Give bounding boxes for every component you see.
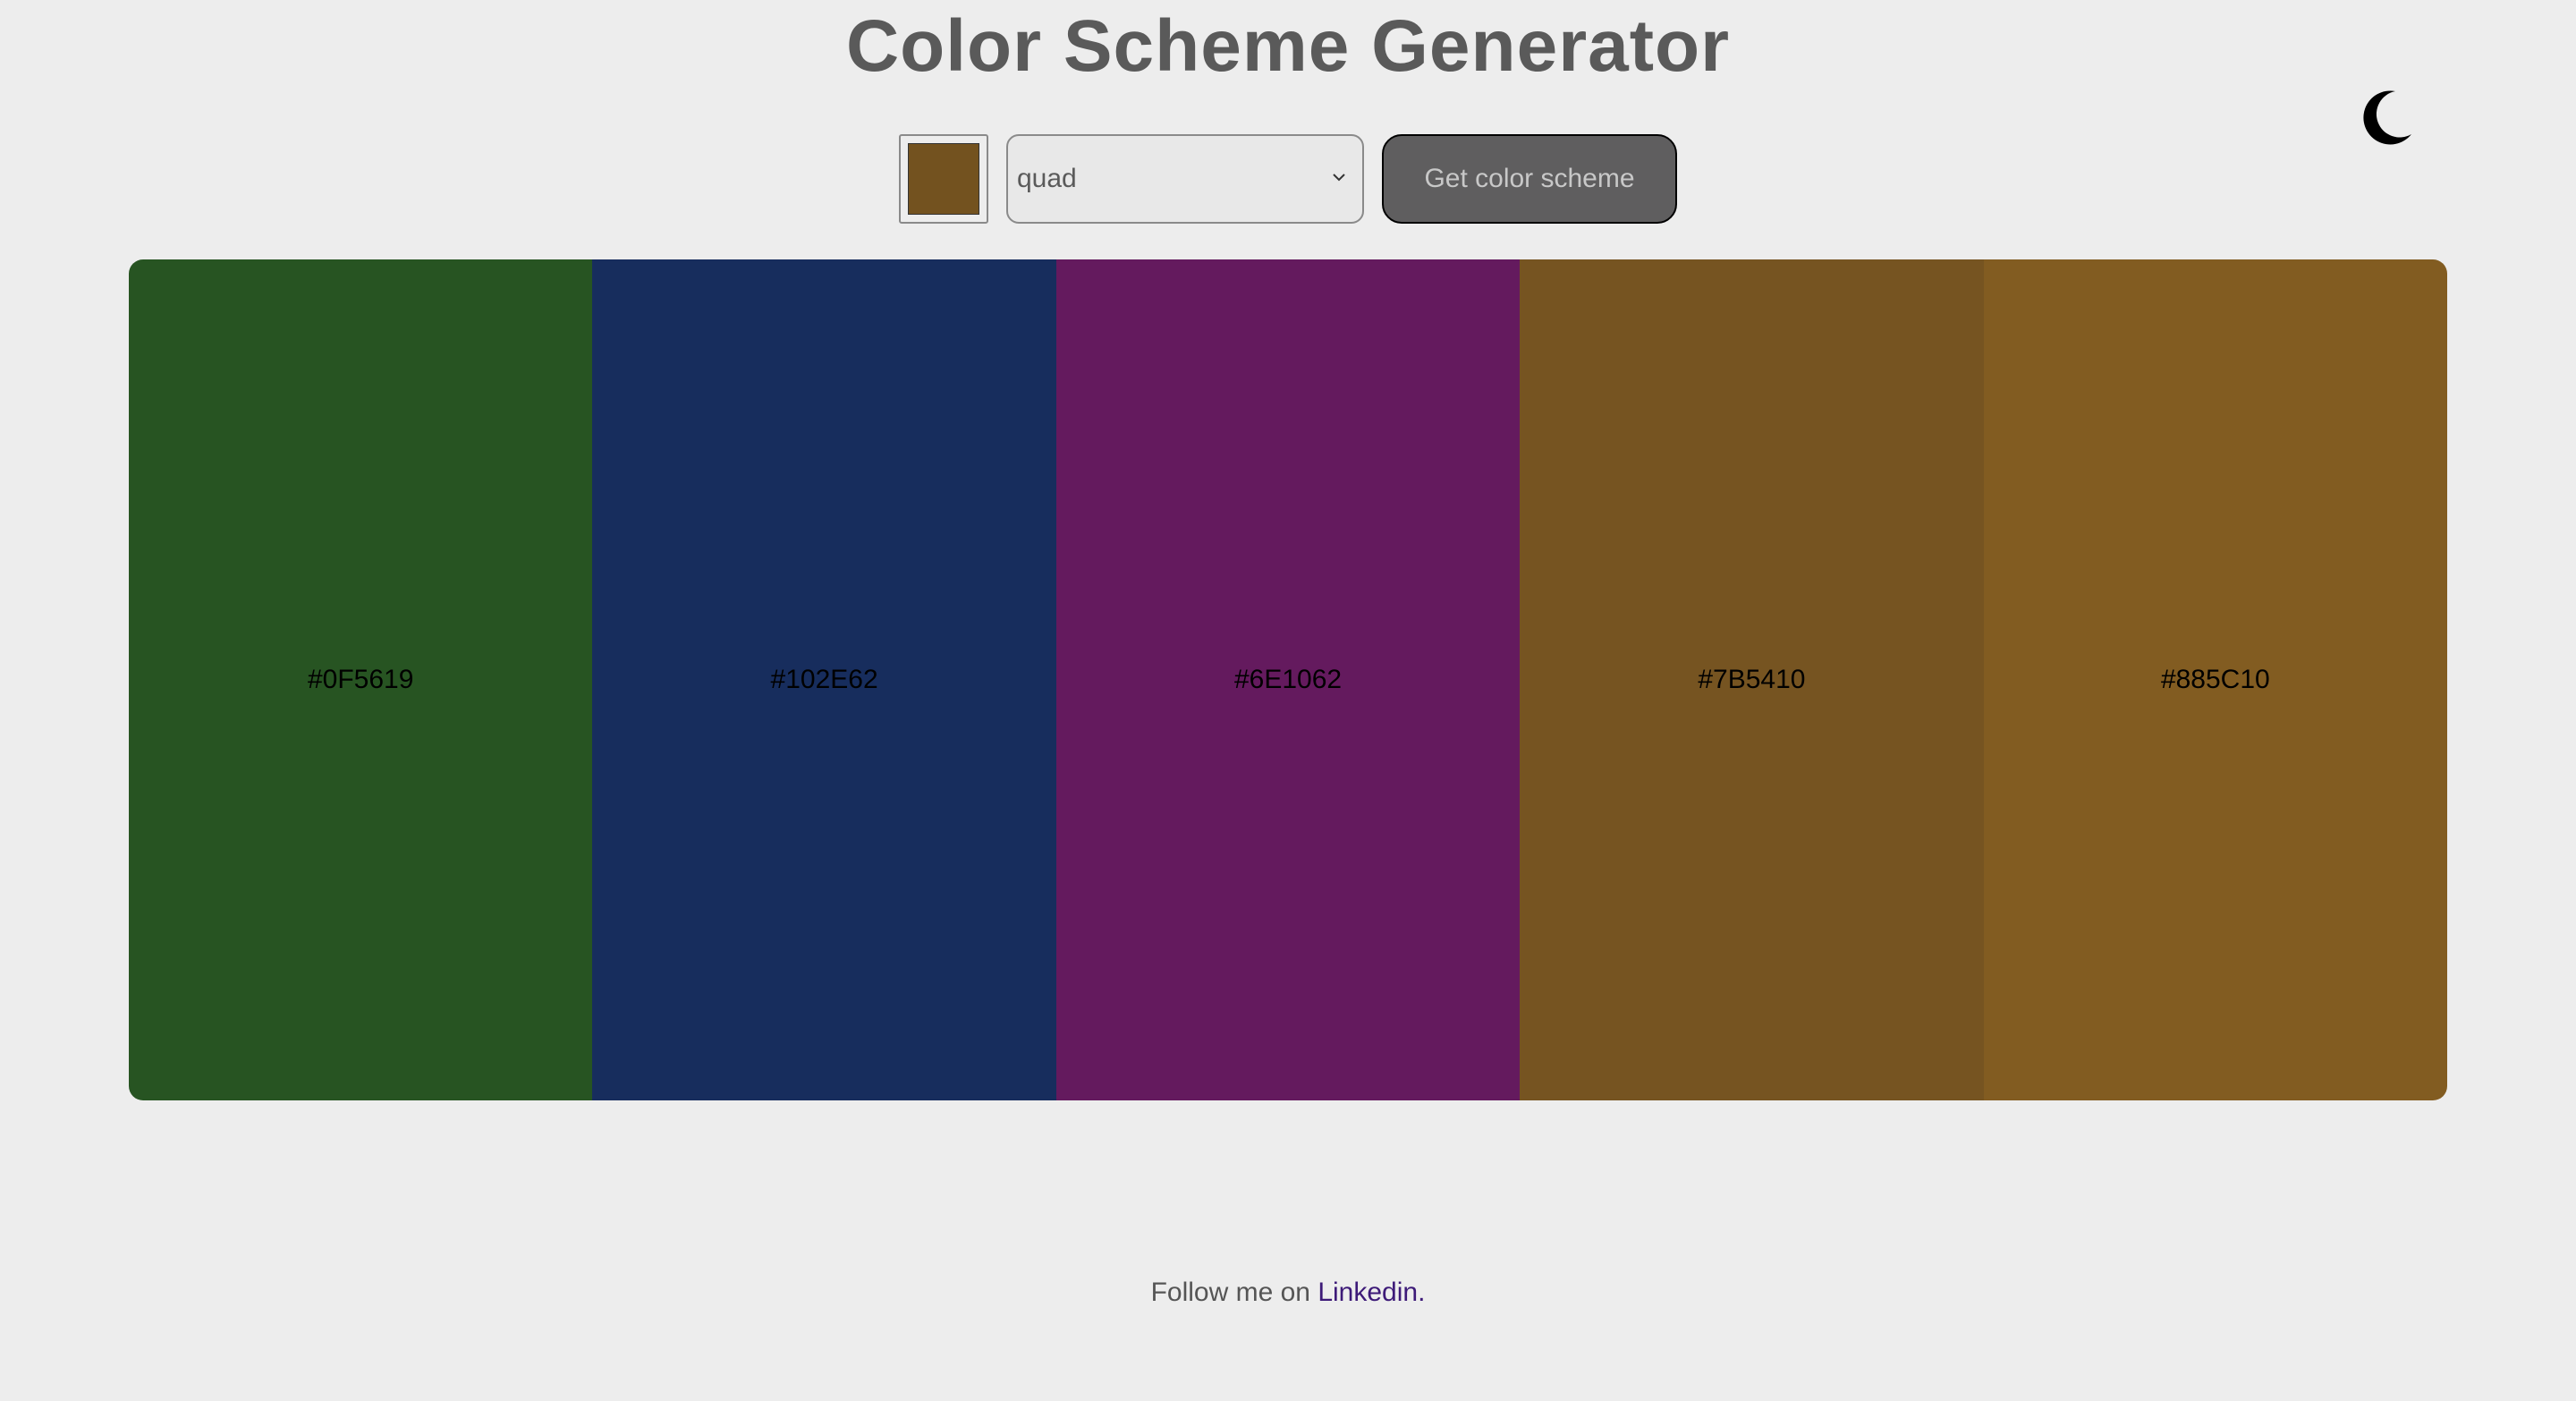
page-title: Color Scheme Generator xyxy=(845,5,1731,87)
color-column[interactable]: #7B5410 xyxy=(1520,259,1984,1100)
color-column[interactable]: #0F5619 xyxy=(129,259,593,1100)
linkedin-link[interactable]: Linkedin. xyxy=(1318,1278,1425,1307)
footer: Follow me on Linkedin. xyxy=(0,1270,2576,1315)
color-hex-label: #0F5619 xyxy=(307,665,414,694)
color-hex-label: #885C10 xyxy=(2160,665,2270,694)
color-column[interactable]: #885C10 xyxy=(1983,259,2447,1100)
color-hex-label: #6E1062 xyxy=(1233,665,1343,694)
color-palette: #0F5619 #102E62 #6E1062 #7B5410 #885C10 xyxy=(129,259,2447,1100)
scheme-mode-select[interactable]: quad xyxy=(1006,134,1364,224)
color-column[interactable]: #102E62 xyxy=(592,259,1056,1100)
scheme-mode-value: quad xyxy=(1017,164,1077,193)
controls-bar: quad Get color scheme xyxy=(0,134,2576,224)
footer-text: Follow me on xyxy=(1150,1278,1318,1307)
seed-color-picker[interactable] xyxy=(899,134,988,224)
color-column[interactable]: #6E1062 xyxy=(1055,259,1521,1100)
seed-color-swatch xyxy=(908,143,979,215)
color-hex-label: #7B5410 xyxy=(1698,665,1806,694)
chevron-down-icon xyxy=(1333,174,1345,182)
get-color-scheme-button[interactable]: Get color scheme xyxy=(1382,134,1677,224)
color-hex-label: #102E62 xyxy=(770,665,878,694)
